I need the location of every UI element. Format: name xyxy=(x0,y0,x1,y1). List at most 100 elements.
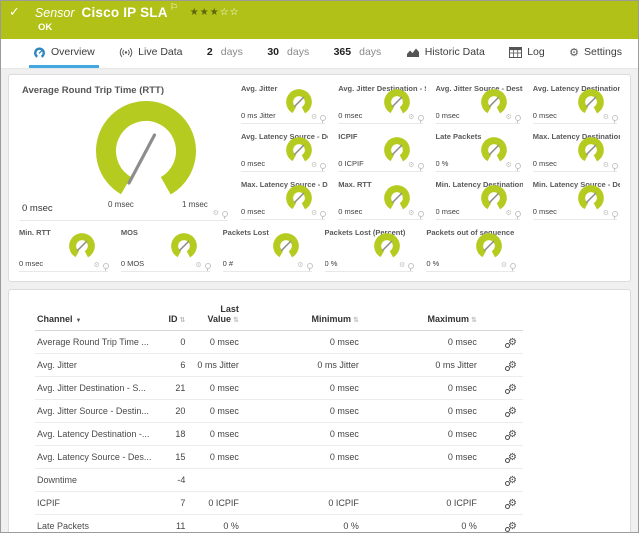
gauge-dial xyxy=(383,184,411,212)
pin-icon[interactable] xyxy=(418,163,424,169)
tile-gear-icon[interactable]: ⚙ xyxy=(603,114,609,121)
channel-settings-icon[interactable]: ⚙ xyxy=(508,430,517,440)
header-minimum[interactable]: Minimum⇅ xyxy=(245,302,365,331)
channel-id: 18 xyxy=(157,423,191,446)
tile-gear-icon[interactable]: ⚙ xyxy=(603,210,609,217)
pin-icon[interactable] xyxy=(515,115,521,121)
pin-icon[interactable] xyxy=(103,263,109,269)
tile-gear-icon[interactable]: ⚙ xyxy=(94,262,100,269)
tab-365-days-label: days xyxy=(359,46,381,58)
gauge-value: 0 msec xyxy=(533,111,557,120)
gauge-value: 0 ms Jitter xyxy=(241,111,276,120)
channel-id: 15 xyxy=(157,446,191,469)
header-channel[interactable]: Channel▼ xyxy=(35,302,157,331)
channel-minimum: 0 msec xyxy=(245,377,365,400)
tab-2-days[interactable]: 2 days xyxy=(203,39,247,68)
tile-gear-icon[interactable]: ⚙ xyxy=(195,262,201,269)
empty-cell xyxy=(523,223,625,275)
channel-settings-icon[interactable]: ⚙ xyxy=(508,338,517,348)
header-id[interactable]: ID⇅ xyxy=(157,302,191,331)
pin-icon[interactable] xyxy=(222,211,228,217)
channel-settings-icon[interactable]: ⚙ xyxy=(508,476,517,486)
channel-last-value: 0 msec xyxy=(191,331,245,354)
priority-stars[interactable]: ★★★☆☆ xyxy=(190,7,240,18)
channel-settings-icon[interactable]: ⚙ xyxy=(508,522,517,532)
prtg-sensor-page: ✓ Sensor Cisco IP SLA ⚐ ★★★☆☆ OK Overvie… xyxy=(0,0,639,533)
tab-30-days[interactable]: 30 days xyxy=(263,39,313,68)
tile-gear-icon[interactable]: ⚙ xyxy=(399,262,405,269)
pin-icon[interactable] xyxy=(408,263,414,269)
flag-icon[interactable]: ⚐ xyxy=(170,3,178,13)
tile-gear-icon[interactable]: ⚙ xyxy=(297,262,303,269)
channel-settings-icon[interactable]: ⚙ xyxy=(508,384,517,394)
tile-gear-icon[interactable]: ⚙ xyxy=(311,210,317,217)
gauge-value: 0 % xyxy=(426,259,439,268)
tile-icons: ⚙ xyxy=(399,262,414,269)
pin-icon[interactable] xyxy=(418,115,424,121)
sensor-title: Cisco IP SLA xyxy=(82,5,168,20)
gauge-dial xyxy=(577,136,605,164)
channel-last-value: 0 % xyxy=(191,515,245,533)
pin-icon[interactable] xyxy=(612,163,618,169)
gauge-tile-max-latency-dest: Max. Latency Destination - So... 0 msec … xyxy=(533,127,620,175)
tile-gear-icon[interactable]: ⚙ xyxy=(501,262,507,269)
tile-gear-icon[interactable]: ⚙ xyxy=(311,162,317,169)
tile-icons: ⚙ xyxy=(505,210,520,217)
gauge-title: Packets out of sequence xyxy=(426,223,518,237)
channel-name: Average Round Trip Time ... xyxy=(35,331,157,354)
tile-icons: ⚙ xyxy=(311,162,326,169)
tile-gear-icon[interactable]: ⚙ xyxy=(505,114,511,121)
tab-overview[interactable]: Overview xyxy=(29,39,99,68)
channel-settings-icon[interactable]: ⚙ xyxy=(508,453,517,463)
channel-name: Avg. Jitter xyxy=(35,354,157,377)
tab-live-data[interactable]: Live Data xyxy=(115,39,186,68)
pin-icon[interactable] xyxy=(418,211,424,217)
tab-log-label: Log xyxy=(527,46,545,58)
channel-maximum: 0 % xyxy=(365,515,483,533)
pin-icon[interactable] xyxy=(320,163,326,169)
pin-icon[interactable] xyxy=(510,263,516,269)
pin-icon[interactable] xyxy=(205,263,211,269)
tile-icons: ⚙ xyxy=(311,114,326,121)
gauges-top-section: Average Round Trip Time (RTT) 0 msec 1 m… xyxy=(14,79,625,223)
pin-icon[interactable] xyxy=(612,115,618,121)
tile-gear-icon[interactable]: ⚙ xyxy=(505,210,511,217)
pin-icon[interactable] xyxy=(515,211,521,217)
page-content: Average Round Trip Time (RTT) 0 msec 1 m… xyxy=(1,69,638,533)
tile-gear-icon[interactable]: ⚙ xyxy=(603,162,609,169)
channel-id: -4 xyxy=(157,469,191,492)
pin-icon[interactable] xyxy=(515,163,521,169)
tile-icons: ⚙ xyxy=(311,210,326,217)
tab-log[interactable]: Log xyxy=(505,39,549,68)
pin-icon[interactable] xyxy=(320,211,326,217)
channel-id: 20 xyxy=(157,400,191,423)
pin-icon[interactable] xyxy=(307,263,313,269)
channel-settings-icon[interactable]: ⚙ xyxy=(508,361,517,371)
channel-settings-icon[interactable]: ⚙ xyxy=(508,499,517,509)
gauge-value: 0 ICPIF xyxy=(338,159,363,168)
channel-name: Avg. Latency Source - Des... xyxy=(35,446,157,469)
tile-gear-icon[interactable]: ⚙ xyxy=(505,162,511,169)
tile-gear-icon[interactable]: ⚙ xyxy=(213,210,219,217)
stars-empty: ☆☆ xyxy=(220,7,240,18)
tile-gear-icon[interactable]: ⚙ xyxy=(408,114,414,121)
pin-icon[interactable] xyxy=(320,115,326,121)
gauge-tile-icpif: ICPIF 0 ICPIF ⚙ xyxy=(338,127,425,175)
log-table-icon xyxy=(509,47,522,58)
pin-icon[interactable] xyxy=(612,211,618,217)
tile-gear-icon[interactable]: ⚙ xyxy=(408,210,414,217)
tab-historic-data[interactable]: Historic Data xyxy=(402,39,489,68)
tab-settings[interactable]: ⚙ Settings xyxy=(565,39,626,68)
channel-settings-icon[interactable]: ⚙ xyxy=(508,407,517,417)
gauge-dial xyxy=(170,232,198,260)
tab-365-days[interactable]: 365 days xyxy=(330,39,386,68)
header-maximum[interactable]: Maximum⇅ xyxy=(365,302,483,331)
header-last-value[interactable]: LastValue⇅ xyxy=(191,302,245,331)
table-header-row: Channel▼ ID⇅ LastValue⇅ Minimum⇅ Maximum… xyxy=(35,302,523,331)
tile-gear-icon[interactable]: ⚙ xyxy=(408,162,414,169)
gauge-tile-min-rtt: Min. RTT 0 msec ⚙ xyxy=(19,223,111,275)
gauge-dial xyxy=(272,232,300,260)
gauge-tile-min-latency-source: Min. Latency Source - Destina... 0 msec … xyxy=(533,175,620,223)
tile-gear-icon[interactable]: ⚙ xyxy=(311,114,317,121)
gauge-tile-late-packets: Late Packets 0 % ⚙ xyxy=(436,127,523,175)
